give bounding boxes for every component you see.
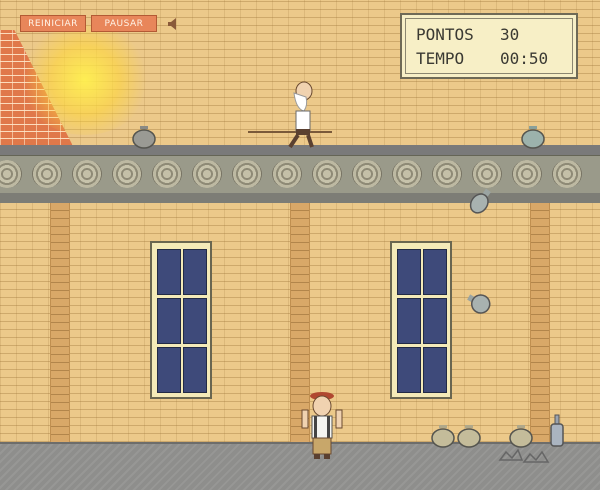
caught-bottle-icon — [550, 414, 564, 447]
falling-jug-icon — [467, 294, 491, 314]
time-label: TEMPO — [416, 49, 465, 68]
frieze-medallion — [72, 160, 102, 188]
points-label: PONTOS — [416, 25, 474, 44]
frieze-medallion — [312, 160, 342, 188]
catcher-player[interactable] — [300, 392, 344, 460]
building-window — [150, 241, 212, 399]
sun-glow — [20, 25, 150, 135]
frieze-medallion — [472, 160, 502, 188]
frieze-medallion — [192, 160, 222, 188]
caught-pot-icon — [431, 425, 455, 448]
frieze-medallion — [272, 160, 302, 188]
broken-pot-shards-icon — [498, 448, 550, 463]
pause-button[interactable]: PAUSAR — [91, 15, 157, 32]
frieze-medallion — [112, 160, 142, 188]
caught-pot-icon — [457, 425, 481, 448]
restart-button[interactable]: REINICIAR — [20, 15, 86, 32]
building-window — [390, 241, 452, 399]
score-panel: PONTOS 30 TEMPO 00:50 — [400, 13, 578, 79]
frieze-medallion — [152, 160, 182, 188]
clay-pot-icon — [521, 126, 545, 149]
points-value: 30 — [500, 25, 520, 44]
speaker-icon[interactable] — [167, 17, 181, 31]
frieze-medallion — [552, 160, 582, 188]
clay-pot-icon — [132, 126, 156, 149]
frieze-medallion — [392, 160, 422, 188]
caught-pot-icon — [509, 425, 533, 448]
frieze-medallion — [232, 160, 262, 188]
frieze-medallion — [432, 160, 462, 188]
frieze-bottom-ledge — [0, 193, 600, 203]
time-value: 00:50 — [500, 49, 549, 68]
old-man-thrower — [288, 81, 314, 149]
frieze-medallion — [352, 160, 382, 188]
frieze-medallion — [512, 160, 542, 188]
game-stage: REINICIAR PAUSAR PONTOS 30 TEMPO 00:50 — [0, 0, 600, 490]
wall-pilaster — [50, 203, 70, 443]
frieze-medallion — [32, 160, 62, 188]
wall-pilaster — [530, 203, 550, 443]
falling-jug-icon — [469, 188, 491, 214]
